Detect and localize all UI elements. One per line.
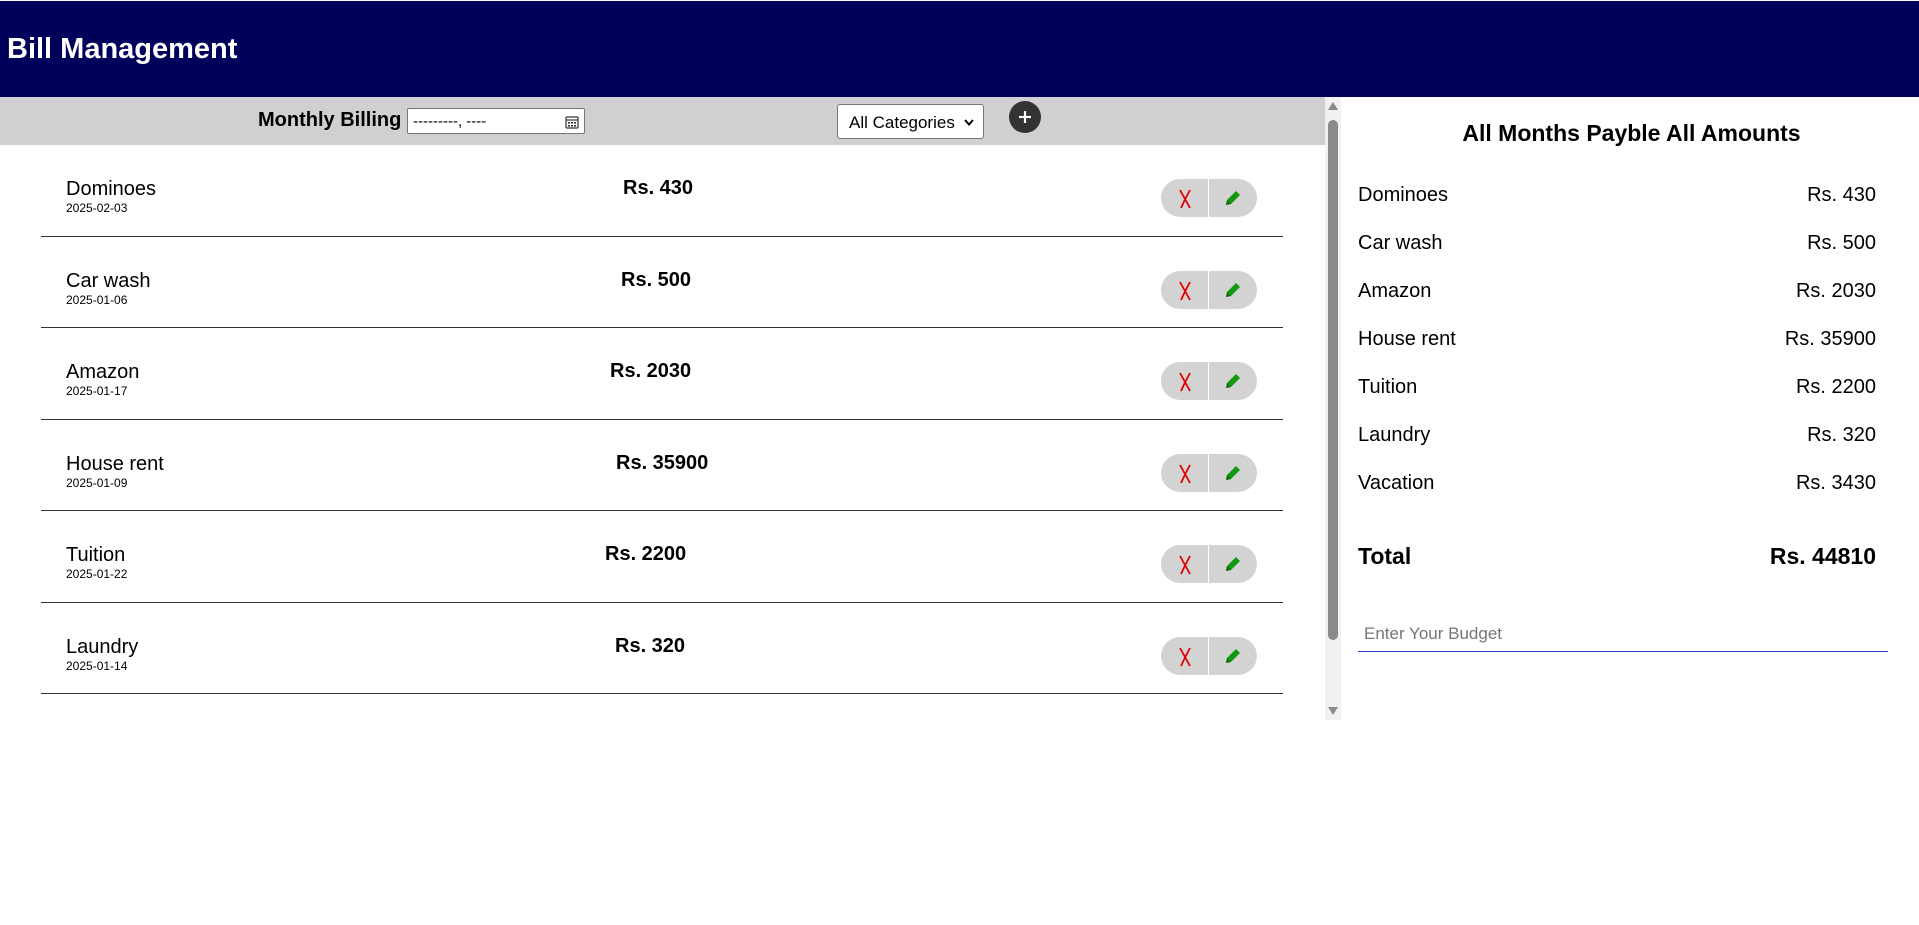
summary-item-name: Dominoes — [1358, 184, 1449, 206]
bill-amount: Rs. 320 — [615, 634, 686, 657]
summary-total: Total Rs. 44810 — [1358, 542, 1876, 570]
summary-row: Car wash Rs. 500 — [1358, 231, 1876, 255]
chevron-down-icon — [964, 119, 974, 127]
pencil-icon — [1226, 465, 1240, 480]
summary-item-name: Car wash — [1358, 232, 1443, 254]
bill-row: Tuition 2025-01-22 Rs. 2200 — [41, 511, 1283, 603]
summary-item-amount: Rs. 2030 — [1795, 280, 1876, 302]
bill-actions — [1161, 545, 1257, 583]
summary-item-amount: Rs. 3430 — [1795, 472, 1876, 494]
summary-row: Laundry Rs. 320 — [1358, 423, 1876, 447]
category-select[interactable]: All Categories — [837, 104, 984, 139]
edit-bill-button[interactable] — [1209, 362, 1257, 400]
bill-actions — [1161, 362, 1257, 400]
add-bill-button[interactable] — [1009, 101, 1041, 133]
month-picker-value: ---------, ---- — [413, 113, 487, 130]
monthly-billing-label: Monthly Billing — [258, 109, 402, 131]
summary-item-name: Amazon — [1358, 280, 1432, 302]
month-picker-input[interactable]: ---------, ---- — [407, 108, 585, 134]
bill-date: 2025-01-09 — [66, 475, 128, 490]
bill-amount: Rs. 500 — [621, 268, 692, 291]
pencil-icon — [1226, 191, 1240, 205]
calendar-icon[interactable] — [565, 115, 579, 129]
cross-icon — [1179, 647, 1191, 666]
bill-row: House rent 2025-01-09 Rs. 35900 — [41, 420, 1283, 511]
summary-item-amount: Rs. 500 — [1807, 232, 1876, 254]
total-value: Rs. 44810 — [1769, 543, 1876, 569]
bill-list: Dominoes 2025-02-03 Rs. 430 Car wash 202… — [41, 145, 1283, 694]
category-select-value: All Categories — [849, 113, 955, 132]
total-label: Total — [1358, 543, 1412, 569]
summary-item-name: Laundry — [1358, 424, 1431, 446]
summary-item-name: Vacation — [1358, 472, 1435, 494]
summary-panel: All Months Payble All Amounts Dominoes R… — [1341, 97, 1919, 925]
cross-icon — [1179, 464, 1191, 483]
summary-item-name: House rent — [1358, 328, 1456, 350]
edit-bill-button[interactable] — [1209, 545, 1257, 583]
delete-bill-button[interactable] — [1161, 545, 1209, 583]
bill-actions — [1161, 636, 1257, 675]
list-scrollbar[interactable] — [1325, 97, 1341, 720]
summary-row: Dominoes Rs. 430 — [1358, 183, 1876, 207]
scrollbar-thumb[interactable] — [1328, 120, 1338, 640]
delete-bill-button[interactable] — [1161, 270, 1209, 309]
bill-actions — [1161, 270, 1257, 309]
bill-name: Car wash — [66, 269, 151, 292]
edit-bill-button[interactable] — [1209, 637, 1257, 675]
app-title: Bill Management — [7, 33, 238, 65]
budget-input[interactable] — [1358, 612, 1888, 652]
edit-bill-button[interactable] — [1209, 179, 1257, 217]
delete-bill-button[interactable] — [1161, 179, 1209, 217]
plus-icon — [1019, 111, 1031, 123]
cross-icon — [1179, 372, 1191, 392]
summary-item-amount: Rs. 2200 — [1795, 376, 1876, 398]
pencil-icon — [1226, 557, 1240, 571]
scroll-up-arrow-icon[interactable] — [1327, 101, 1339, 111]
bill-amount: Rs. 2200 — [605, 543, 687, 565]
delete-bill-button[interactable] — [1161, 362, 1209, 400]
bill-date: 2025-01-14 — [66, 658, 128, 673]
summary-item-amount: Rs. 35900 — [1784, 328, 1876, 350]
billing-toolbar: Monthly Billing — [0, 97, 1325, 145]
delete-bill-button[interactable] — [1161, 636, 1209, 675]
bill-name: House rent — [66, 452, 164, 475]
summary-row: Amazon Rs. 2030 — [1358, 279, 1876, 303]
bill-date: 2025-01-22 — [66, 567, 128, 581]
bill-date: 2025-01-06 — [66, 292, 128, 307]
bill-row: Dominoes 2025-02-03 Rs. 430 — [41, 145, 1283, 237]
edit-bill-button[interactable] — [1209, 271, 1257, 309]
bill-name: Tuition — [66, 544, 126, 566]
bill-amount: Rs. 2030 — [610, 360, 692, 382]
bill-row: Car wash 2025-01-06 Rs. 500 — [41, 237, 1283, 328]
cross-icon — [1179, 555, 1191, 575]
bill-amount: Rs. 35900 — [616, 451, 709, 474]
cross-icon — [1179, 281, 1191, 300]
bill-actions — [1161, 179, 1257, 217]
summary-item-amount: Rs. 430 — [1807, 184, 1876, 206]
bill-actions — [1161, 453, 1257, 492]
edit-bill-button[interactable] — [1209, 454, 1257, 492]
summary-row: Tuition Rs. 2200 — [1358, 375, 1876, 399]
bill-date: 2025-02-03 — [66, 201, 128, 215]
delete-bill-button[interactable] — [1161, 453, 1209, 492]
bill-row: Amazon 2025-01-17 Rs. 2030 — [41, 328, 1283, 420]
summary-row: Vacation Rs. 3430 — [1358, 471, 1876, 495]
summary-title: All Months Payble All Amounts — [1462, 120, 1801, 146]
pencil-icon — [1226, 648, 1240, 663]
bill-date: 2025-01-17 — [66, 384, 128, 398]
cross-icon — [1179, 189, 1191, 209]
summary-item-amount: Rs. 320 — [1807, 424, 1876, 446]
bill-name: Laundry — [66, 635, 139, 658]
bill-row: Laundry 2025-01-14 Rs. 320 — [41, 603, 1283, 694]
scroll-down-arrow-icon[interactable] — [1327, 706, 1339, 716]
bill-amount: Rs. 430 — [623, 177, 694, 199]
summary-row: House rent Rs. 35900 — [1358, 327, 1876, 351]
bill-name: Dominoes — [66, 178, 157, 200]
bill-name: Amazon — [66, 361, 140, 383]
summary-item-name: Tuition — [1358, 376, 1418, 398]
pencil-icon — [1226, 374, 1240, 388]
app-header: Bill Management — [0, 1, 1919, 97]
pencil-icon — [1226, 282, 1240, 297]
